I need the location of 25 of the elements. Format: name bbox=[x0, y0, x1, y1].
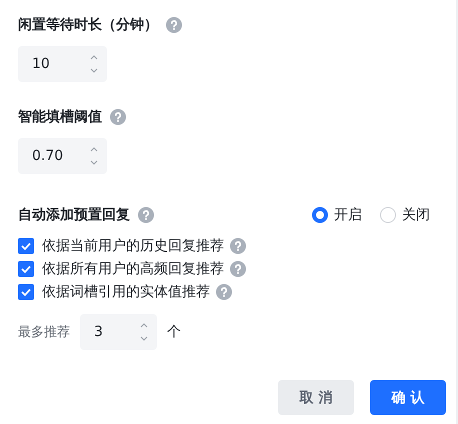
checkbox-label[interactable]: 依据词槽引用的实体值推荐 bbox=[42, 283, 210, 301]
checkbox-icon[interactable] bbox=[18, 284, 34, 300]
help-icon[interactable] bbox=[216, 284, 232, 300]
help-icon[interactable] bbox=[166, 17, 182, 33]
number-input[interactable]: 0.70 bbox=[18, 138, 107, 174]
radio-icon[interactable] bbox=[312, 207, 328, 223]
field-label: 自动添加预置回复 bbox=[18, 206, 130, 224]
field-label: 闲置等待时长（分钟） bbox=[18, 16, 158, 34]
checkbox-icon[interactable] bbox=[18, 238, 34, 254]
checkbox-label[interactable]: 依据所有用户的高频回复推荐 bbox=[42, 260, 224, 278]
radio-label[interactable]: 关闭 bbox=[402, 206, 430, 224]
confirm-button[interactable]: 确 认 bbox=[370, 380, 446, 415]
field-label: 最多推荐 bbox=[18, 324, 70, 341]
field-label: 智能填槽阈值 bbox=[18, 108, 102, 126]
help-icon[interactable] bbox=[230, 238, 246, 254]
radio-label[interactable]: 开启 bbox=[334, 206, 362, 224]
help-icon[interactable] bbox=[138, 207, 154, 223]
help-icon[interactable] bbox=[110, 109, 126, 125]
cancel-button[interactable]: 取 消 bbox=[278, 380, 354, 415]
help-icon[interactable] bbox=[230, 261, 246, 277]
checkbox-label[interactable]: 依据当前用户的历史回复推荐 bbox=[42, 237, 224, 255]
checkbox-icon[interactable] bbox=[18, 261, 34, 277]
number-input[interactable]: 3 bbox=[80, 314, 157, 350]
number-input[interactable]: 10 bbox=[18, 46, 107, 82]
unit-label: 个 bbox=[167, 323, 181, 341]
